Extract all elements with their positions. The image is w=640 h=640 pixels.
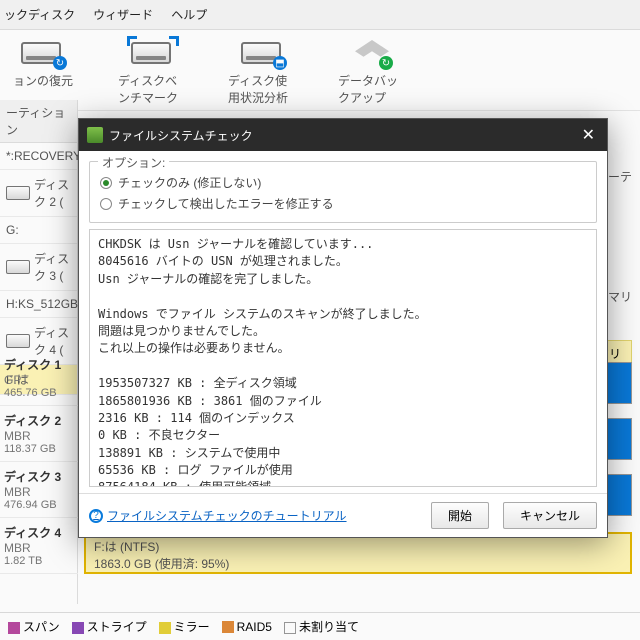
radio-check-fix[interactable]: チェックして検出したエラーを修正する — [100, 193, 586, 214]
close-icon[interactable]: ✕ — [578, 125, 599, 145]
cancel-button[interactable]: キャンセル — [503, 502, 597, 529]
options-legend: オプション: — [98, 154, 169, 171]
app-icon — [87, 127, 103, 143]
radio-dot-icon — [100, 177, 112, 189]
radio-check-only[interactable]: チェックのみ (修正しない) — [100, 172, 586, 193]
help-icon: ? — [89, 509, 103, 523]
start-button[interactable]: 開始 — [431, 502, 489, 529]
tutorial-link[interactable]: ?ファイルシステムチェックのチュートリアル — [89, 507, 347, 524]
fscheck-dialog: ファイルシステムチェック ✕ オプション: チェックのみ (修正しない) チェッ… — [78, 118, 608, 538]
options-group: オプション: チェックのみ (修正しない) チェックして検出したエラーを修正する — [89, 161, 597, 223]
dialog-title: ファイルシステムチェック — [109, 127, 253, 144]
dialog-footer: ?ファイルシステムチェックのチュートリアル 開始 キャンセル — [79, 493, 607, 537]
dialog-titlebar: ファイルシステムチェック ✕ — [79, 119, 607, 151]
radio-dot-icon — [100, 198, 112, 210]
log-output: CHKDSK は Usn ジャーナルを確認しています... 8045616 バイ… — [89, 229, 597, 487]
